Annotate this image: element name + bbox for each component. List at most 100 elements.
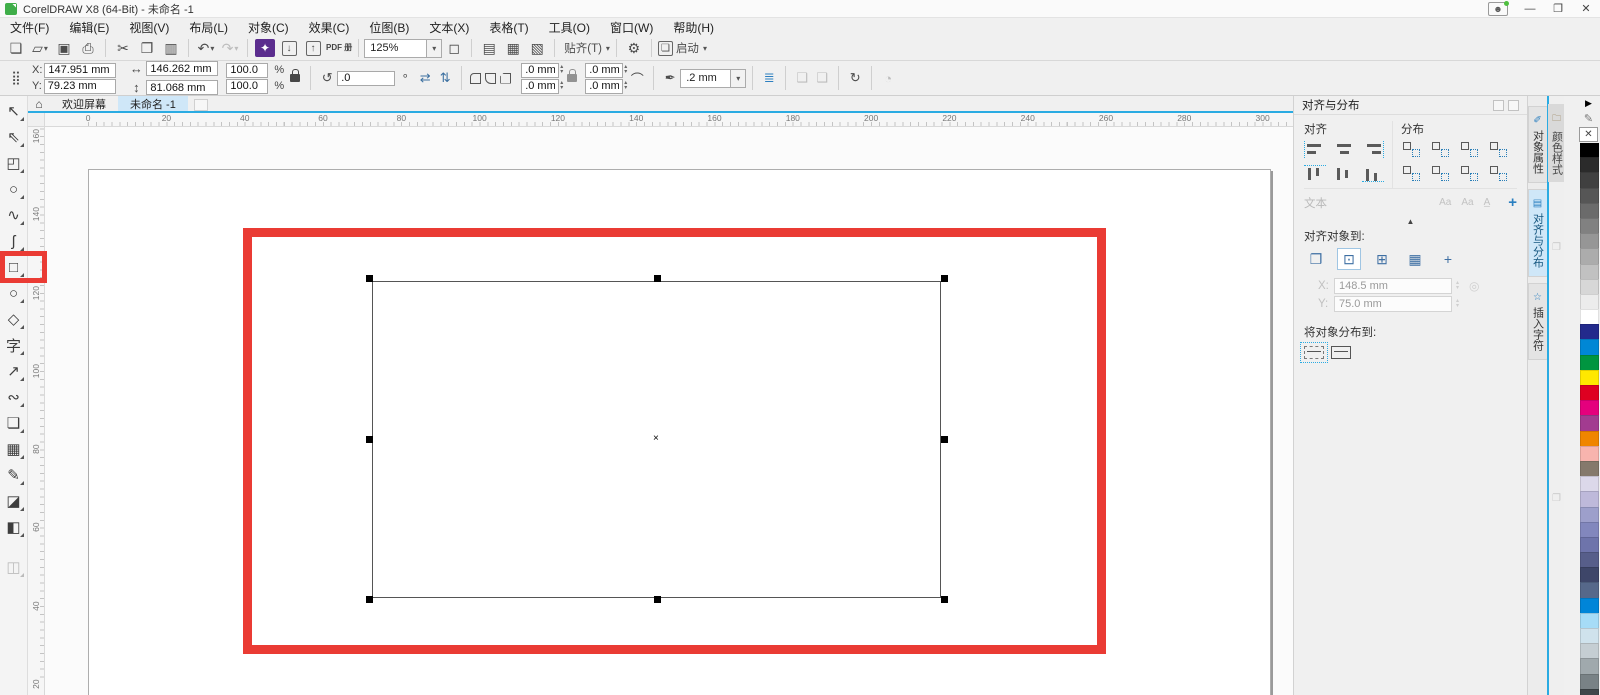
corner-radius-tl-input[interactable]	[521, 63, 559, 78]
launch-button[interactable]: ❏启动▾	[658, 38, 707, 59]
palette-eyedropper-icon[interactable]: ✎	[1578, 110, 1599, 126]
menu-item[interactable]: 文件(F)	[0, 18, 59, 36]
ellipse-tool-icon[interactable]: ○	[2, 280, 26, 306]
import-icon[interactable]: ↓	[278, 38, 300, 59]
outline-width-dropdown-icon[interactable]: ▾	[730, 70, 745, 87]
color-swatch[interactable]	[1580, 264, 1599, 280]
object-height-input[interactable]	[146, 80, 218, 95]
color-swatch[interactable]	[1580, 355, 1599, 371]
copy-icon[interactable]: ❐	[136, 38, 158, 59]
cut-icon[interactable]: ✂	[112, 38, 134, 59]
align-right-icon[interactable]	[1362, 141, 1384, 158]
search-content-icon[interactable]: ✦	[254, 38, 276, 59]
redo-icon[interactable]: ↷▾	[219, 38, 241, 59]
docker-flyout-button[interactable]	[1493, 100, 1504, 111]
text-bounding-box-icon[interactable]: Aa	[1461, 197, 1473, 208]
eyedropper-tool-icon[interactable]: ✎	[2, 462, 26, 488]
export-icon[interactable]: ↑	[302, 38, 324, 59]
object-x-input[interactable]	[44, 63, 116, 78]
docker-y-field[interactable]: 75.0 mm	[1334, 296, 1452, 312]
menu-item[interactable]: 视图(V)	[119, 18, 179, 36]
scale-x-input[interactable]	[226, 63, 268, 78]
color-swatch[interactable]	[1580, 157, 1599, 173]
distribute-top-icon[interactable]	[1401, 165, 1423, 182]
docker-collapse-arrow[interactable]: ▲	[1304, 215, 1517, 228]
color-swatch[interactable]	[1580, 446, 1599, 462]
zoom-level-combo[interactable]: 125% ▾	[364, 39, 442, 58]
tab-untitled-document[interactable]: 未命名 -1	[118, 96, 188, 111]
drop-shadow-tool-icon[interactable]: ❏	[2, 410, 26, 436]
docker-close-button[interactable]	[1508, 100, 1519, 111]
shape-tool-icon[interactable]: ⇖	[2, 124, 26, 150]
color-swatch[interactable]	[1580, 689, 1599, 695]
scale-y-input[interactable]	[226, 79, 268, 94]
selection-handle-bottom-right[interactable]	[941, 596, 948, 603]
canvas[interactable]: ×	[45, 127, 1293, 695]
rotation-angle-input[interactable]	[337, 71, 395, 86]
color-swatch[interactable]	[1580, 658, 1599, 674]
menu-item[interactable]: 位图(B)	[359, 18, 419, 36]
color-swatch[interactable]	[1580, 598, 1599, 614]
new-document-icon[interactable]: ❏	[5, 38, 27, 59]
connector-tool-icon[interactable]: ∾	[2, 384, 26, 410]
color-swatch[interactable]	[1580, 552, 1599, 568]
align-to-point-icon[interactable]: +	[1436, 248, 1460, 270]
publish-pdf-icon[interactable]: PDF 册	[326, 38, 352, 59]
color-swatch[interactable]	[1580, 476, 1599, 492]
scalloped-corner-icon[interactable]	[485, 73, 496, 84]
paste-icon[interactable]: ▥	[160, 38, 182, 59]
distribute-right-icon[interactable]	[1459, 141, 1481, 158]
options-gear-icon[interactable]: ⚙	[623, 38, 645, 59]
object-y-input[interactable]	[44, 79, 116, 94]
zoom-tool-icon[interactable]: ○	[2, 176, 26, 202]
selection-handle-top-center[interactable]	[654, 275, 661, 282]
align-center-h-icon[interactable]	[1333, 141, 1355, 158]
home-icon[interactable]: ⌂	[28, 96, 50, 111]
distribute-to-selection-icon[interactable]	[1304, 346, 1324, 359]
selection-handle-bottom-center[interactable]	[654, 596, 661, 603]
align-bottom-icon[interactable]	[1362, 165, 1384, 182]
crop-tool-icon[interactable]: ◰	[2, 150, 26, 176]
undo-icon[interactable]: ↶▾	[195, 38, 217, 59]
distribute-center-v-icon[interactable]	[1430, 165, 1452, 182]
color-swatch[interactable]	[1580, 507, 1599, 523]
menu-item[interactable]: 窗口(W)	[600, 18, 663, 36]
menu-item[interactable]: 编辑(E)	[59, 18, 119, 36]
close-button[interactable]: ✕	[1572, 0, 1600, 17]
distribute-spacing-v-icon[interactable]	[1488, 165, 1510, 182]
outline-tool-icon[interactable]: ◫	[2, 554, 26, 580]
text-wrap-icon[interactable]: ≣	[760, 69, 778, 87]
restore-button[interactable]: ❐	[1544, 0, 1572, 17]
menu-item[interactable]: 工具(O)	[539, 18, 600, 36]
color-swatch[interactable]	[1580, 628, 1599, 644]
dimension-tool-icon[interactable]: ↗	[2, 358, 26, 384]
selection-handle-middle-right[interactable]	[941, 436, 948, 443]
corner-radius-bl-input[interactable]	[521, 79, 559, 94]
对齐与分布[interactable]: ▤ 对齐与分布	[1528, 189, 1548, 277]
align-to-page-center-icon[interactable]: ⊞	[1370, 248, 1394, 270]
show-guidelines-icon[interactable]: ▧	[526, 38, 548, 59]
color-swatch[interactable]	[1580, 203, 1599, 219]
account-icon[interactable]: ☻	[1488, 2, 1508, 16]
docker-x-field[interactable]: 148.5 mm	[1334, 278, 1452, 294]
distribute-center-h-icon[interactable]	[1430, 141, 1452, 158]
object-width-input[interactable]	[146, 61, 218, 76]
palette-flyout-icon[interactable]: ▶	[1578, 96, 1599, 110]
snap-to-button[interactable]: 贴齐(T)▾	[561, 38, 610, 59]
mirror-vertical-icon[interactable]: ⇅	[436, 69, 454, 87]
color-swatch[interactable]	[1580, 339, 1599, 355]
save-icon[interactable]: ▣	[53, 38, 75, 59]
color-swatch[interactable]	[1580, 643, 1599, 659]
menu-item[interactable]: 效果(C)	[299, 18, 360, 36]
color-swatch[interactable]	[1580, 143, 1599, 158]
color-swatch[interactable]	[1580, 279, 1599, 295]
corner-radius-tr-input[interactable]	[585, 63, 623, 78]
menu-item[interactable]: 文本(X)	[419, 18, 479, 36]
round-corner-icon[interactable]	[470, 73, 481, 84]
chamfered-corner-icon[interactable]	[500, 73, 511, 84]
convert-to-curves-icon[interactable]: ↻	[846, 69, 864, 87]
selection-handle-middle-left[interactable]	[366, 436, 373, 443]
selection-handle-top-right[interactable]	[941, 275, 948, 282]
text-baseline-icon[interactable]: A̲	[1484, 197, 1491, 208]
color-swatch[interactable]	[1580, 582, 1599, 598]
